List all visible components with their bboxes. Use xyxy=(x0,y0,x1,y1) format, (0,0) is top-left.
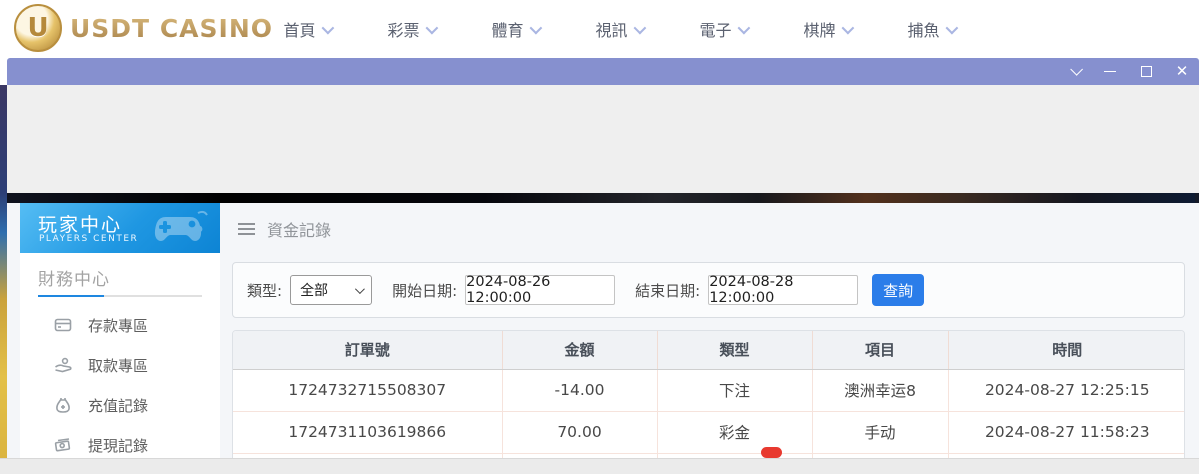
background-dark-band xyxy=(7,193,1199,203)
start-date-label: 開始日期: xyxy=(392,281,458,300)
search-button[interactable]: 查詢 xyxy=(872,274,925,306)
table-header-row: 訂單號 金額 類型 項目 時間 xyxy=(233,331,1184,370)
col-header-time: 時間 xyxy=(948,331,1184,370)
bottom-bar xyxy=(0,458,1199,474)
sidebar-item-label: 提現記錄 xyxy=(88,436,149,455)
col-header-item: 項目 xyxy=(812,331,949,370)
sidebar-item-label: 充值記錄 xyxy=(88,396,149,415)
coin-letter: U xyxy=(27,13,49,43)
cell-order-no: 1724732715508307 xyxy=(233,369,503,412)
cursor-highlight-indicator xyxy=(761,447,782,458)
end-date-input[interactable]: 2024-08-28 12:00:00 xyxy=(708,274,859,306)
gamepad-icon xyxy=(154,210,208,241)
sidebar-item-deposit[interactable]: 存款專區 xyxy=(20,310,220,340)
col-header-type: 類型 xyxy=(657,331,813,370)
chevron-down-icon xyxy=(945,21,958,34)
nav-item-cards[interactable]: 棋牌 xyxy=(775,17,879,41)
cell-type: 下注 xyxy=(657,369,813,412)
window-controls: ✕ xyxy=(1067,58,1189,85)
nav-item-label: 彩票 xyxy=(387,21,420,40)
nav-item-slots[interactable]: 電子 xyxy=(671,17,775,41)
type-select[interactable]: 全部 xyxy=(290,275,373,305)
sidebar-section-title: 財務中心 xyxy=(38,270,110,290)
main-panel: 資金記錄 類型: 全部 開始日期: 2024-08-26 12:00:00 結束… xyxy=(232,203,1185,474)
brand-name: USDT CASINO xyxy=(70,13,273,43)
hamburger-icon[interactable] xyxy=(238,223,255,235)
filter-bar: 類型: 全部 開始日期: 2024-08-26 12:00:00 結束日期: 2… xyxy=(232,262,1185,318)
chevron-down-icon xyxy=(633,21,646,34)
nav-item-label: 體育 xyxy=(491,21,524,40)
nav-item-label: 視訊 xyxy=(595,21,628,40)
cell-order-no: 1724731103619866 xyxy=(233,411,503,454)
modal-empty-area xyxy=(7,85,1199,193)
col-header-order: 訂單號 xyxy=(233,331,503,370)
cell-time: 2024-08-27 11:58:23 xyxy=(948,411,1184,454)
sidebar-item-withdraw[interactable]: 取款專區 xyxy=(20,350,220,380)
nav-item-live[interactable]: 視訊 xyxy=(567,17,671,41)
nav-item-label: 棋牌 xyxy=(803,21,836,40)
start-date-value: 2024-08-26 12:00:00 xyxy=(466,274,551,306)
nav-item-label: 首頁 xyxy=(283,21,316,40)
sidebar-section-underline xyxy=(38,295,202,297)
sidebar-item-recharge-record[interactable]: 充值記錄 xyxy=(20,390,220,420)
background-left-sliver xyxy=(0,85,7,474)
sidebar-header: 玩家中心 PLAYERS CENTER xyxy=(20,203,220,253)
cashout-notes-icon xyxy=(54,436,72,454)
sidebar-title: 玩家中心 xyxy=(38,214,123,236)
brand-logo[interactable]: U USDT CASINO xyxy=(14,4,273,52)
end-date-label: 結束日期: xyxy=(635,281,701,300)
cell-item: 手动 xyxy=(812,411,949,454)
withdraw-hand-icon xyxy=(54,356,72,374)
window-collapse-button[interactable] xyxy=(1067,63,1083,79)
nav-menu: 首頁 彩票 體育 視訊 電子 棋牌 捕魚 xyxy=(255,0,983,58)
chevron-down-icon xyxy=(355,283,365,294)
chevron-down-icon xyxy=(425,21,438,34)
minimize-icon xyxy=(1104,71,1116,72)
sidebar-item-label: 存款專區 xyxy=(88,316,149,335)
recharge-bag-icon xyxy=(54,396,72,414)
coin-logo-icon: U xyxy=(14,4,62,52)
window-minimize-button[interactable] xyxy=(1103,65,1117,79)
deposit-card-icon xyxy=(54,316,72,334)
breadcrumb: 資金記錄 xyxy=(238,217,331,241)
nav-item-label: 電子 xyxy=(699,21,732,40)
cell-type: 彩金 xyxy=(657,411,813,454)
cell-time: 2024-08-27 12:25:15 xyxy=(948,369,1184,412)
nav-item-lottery[interactable]: 彩票 xyxy=(359,17,463,41)
top-navbar: U USDT CASINO 首頁 彩票 體育 視訊 電子 棋牌 捕魚 xyxy=(0,0,1199,58)
cell-item: 澳洲幸运8 xyxy=(812,369,949,412)
end-date-value: 2024-08-28 12:00:00 xyxy=(709,274,794,306)
window-close-button[interactable]: ✕ xyxy=(1175,64,1189,79)
sidebar-item-label: 取款專區 xyxy=(88,356,149,375)
sidebar-subtitle: PLAYERS CENTER xyxy=(39,234,139,244)
cell-amount: 70.00 xyxy=(502,411,658,454)
nav-item-sports[interactable]: 體育 xyxy=(463,17,567,41)
nav-item-fishing[interactable]: 捕魚 xyxy=(879,17,983,41)
page-title: 資金記錄 xyxy=(267,221,332,240)
type-label: 類型: xyxy=(247,281,283,300)
screen: U USDT CASINO 首頁 彩票 體育 視訊 電子 棋牌 捕魚 ✕ 玩家中… xyxy=(0,0,1199,474)
chevron-down-icon xyxy=(841,21,854,34)
col-header-amount: 金額 xyxy=(502,331,658,370)
chevron-down-icon xyxy=(321,21,334,34)
chevron-down-icon xyxy=(529,21,542,34)
table-row: 1724731103619866 70.00 彩金 手动 2024-08-27 … xyxy=(233,411,1184,454)
window-titlebar[interactable]: ✕ xyxy=(7,58,1199,85)
maximize-icon xyxy=(1140,66,1152,77)
chevron-down-icon xyxy=(1069,63,1083,76)
nav-item-label: 捕魚 xyxy=(907,21,940,40)
type-select-value: 全部 xyxy=(300,283,329,299)
cell-amount: -14.00 xyxy=(502,369,658,412)
sidebar: 玩家中心 PLAYERS CENTER 財務中心 存款專區 取款專區 充值記錄 … xyxy=(20,203,220,458)
window-maximize-button[interactable] xyxy=(1139,65,1153,79)
start-date-input[interactable]: 2024-08-26 12:00:00 xyxy=(465,274,616,306)
funds-table: 訂單號 金額 類型 項目 時間 1724732715508307 -14.00 … xyxy=(232,330,1185,474)
nav-item-home[interactable]: 首頁 xyxy=(255,17,359,41)
table-row: 1724732715508307 -14.00 下注 澳洲幸运8 2024-08… xyxy=(233,369,1184,412)
chevron-down-icon xyxy=(737,21,750,34)
player-center-content: 玩家中心 PLAYERS CENTER 財務中心 存款專區 取款專區 充值記錄 … xyxy=(7,203,1199,474)
sidebar-item-cashout-record[interactable]: 提現記錄 xyxy=(20,430,220,460)
